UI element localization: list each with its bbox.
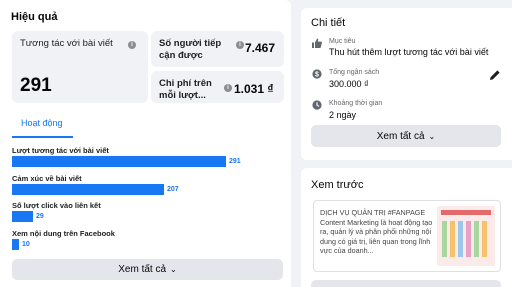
preview-title: Xem trước — [311, 179, 364, 191]
see-all-button[interactable]: Xem tất cả ⌄ — [12, 259, 283, 280]
metric-label: Cảm xúc về bài viết — [12, 174, 82, 183]
svg-text:$: $ — [315, 72, 319, 79]
metric-label: Xem nội dung trên Facebook — [12, 229, 115, 238]
info-icon[interactable]: i — [224, 84, 232, 92]
reach-label: Số người tiếp cận được — [159, 38, 222, 61]
metric-value: 207 — [167, 186, 179, 193]
money-icon: $ — [312, 69, 322, 79]
metric-label: Số lượt click vào liên kết — [12, 201, 101, 210]
metric-bar — [12, 239, 19, 250]
see-all-label: Xem tất cả — [118, 264, 167, 275]
details-see-all-button[interactable]: Xem tất cả ⌄ — [311, 125, 501, 147]
tab-activity[interactable]: Hoạt động — [21, 118, 63, 128]
post-preview-text: DỊCH VỤ QUẢN TRỊ #FANPAGE Content Market… — [320, 208, 433, 256]
duration-caption: Khoảng thời gian — [329, 100, 383, 107]
preview-button[interactable] — [311, 280, 501, 287]
cost-value: 1.031 ₫ — [234, 82, 274, 96]
metric-value: 29 — [36, 213, 44, 220]
goal-caption: Mục tiêu — [329, 38, 356, 45]
metric-bar — [12, 184, 164, 195]
reach-value: 7.467 — [245, 41, 276, 55]
metric-value: 291 — [229, 158, 241, 165]
cost-label: Chi phí trên mỗi lượt... — [159, 78, 212, 101]
metric-bar — [12, 156, 226, 167]
engagement-label: Tương tác với bài viết — [20, 38, 113, 49]
metric-value: 10 — [22, 241, 30, 248]
clock-icon — [312, 100, 322, 110]
engagement-value: 291 — [20, 75, 52, 96]
thumbs-up-icon — [312, 38, 322, 48]
post-thumbnail — [437, 206, 495, 266]
info-icon[interactable]: i — [236, 41, 244, 49]
duration-value: 2 ngày — [329, 110, 357, 120]
goal-value: Thu hút thêm lượt tương tác với bài viết — [329, 47, 489, 57]
budget-caption: Tổng ngân sách — [329, 69, 380, 76]
details-title: Chi tiết — [311, 17, 346, 29]
info-icon[interactable]: i — [128, 41, 136, 49]
details-see-all-label: Xem tất cả — [376, 130, 425, 142]
metric-label: Lượt tương tác với bài viết — [12, 146, 109, 155]
pencil-icon[interactable] — [489, 69, 501, 81]
chevron-down-icon: ⌄ — [170, 265, 177, 274]
tab-activity-underline — [12, 136, 73, 138]
chevron-down-icon: ⌄ — [428, 131, 436, 141]
performance-title: Hiệu quả — [11, 11, 58, 23]
metric-bar — [12, 211, 33, 222]
budget-value: 300.000 ₫ — [329, 79, 369, 89]
